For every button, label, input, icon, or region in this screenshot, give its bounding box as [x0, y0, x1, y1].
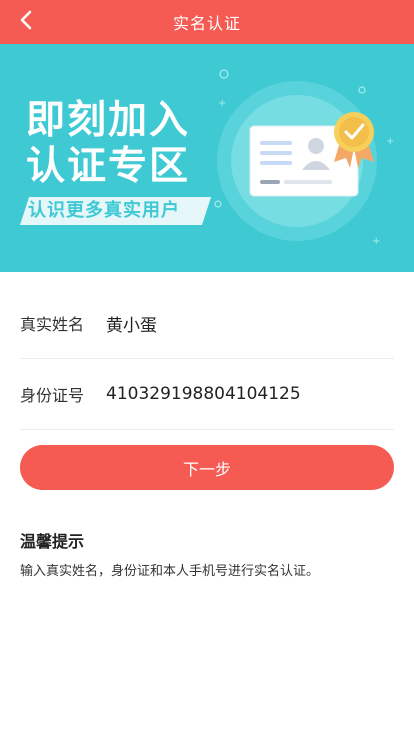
promo-banner: + + + 即刻加入 认证专区 认识更多真实用户: [0, 44, 414, 272]
banner-subtitle: 认识更多真实用户: [28, 200, 180, 221]
tips-title: 温馨提示: [20, 532, 85, 551]
id-number-row: 身份证号: [20, 359, 394, 430]
svg-text:+: +: [218, 98, 226, 109]
back-button[interactable]: [8, 0, 44, 44]
name-label: 真实姓名: [20, 315, 85, 334]
id-number-label: 身份证号: [20, 386, 85, 405]
banner-subtitle-tag: 认识更多真实用户: [20, 197, 212, 225]
page-title: 实名认证: [172, 14, 241, 33]
name-input[interactable]: [106, 313, 386, 333]
next-step-button[interactable]: 下一步: [20, 445, 394, 490]
tips-text: 输入真实姓名，身份证和本人手机号进行实名认证。: [20, 564, 320, 579]
banner-headline-line1: 即刻加入: [26, 98, 191, 143]
chevron-left-icon: [19, 10, 33, 34]
app-header: 实名认证: [0, 0, 414, 44]
name-row: 真实姓名: [20, 288, 394, 359]
svg-text:+: +: [386, 136, 394, 147]
svg-text:+: +: [372, 236, 380, 247]
id-number-input[interactable]: [106, 384, 386, 404]
banner-headline-line2: 认证专区: [26, 144, 191, 189]
